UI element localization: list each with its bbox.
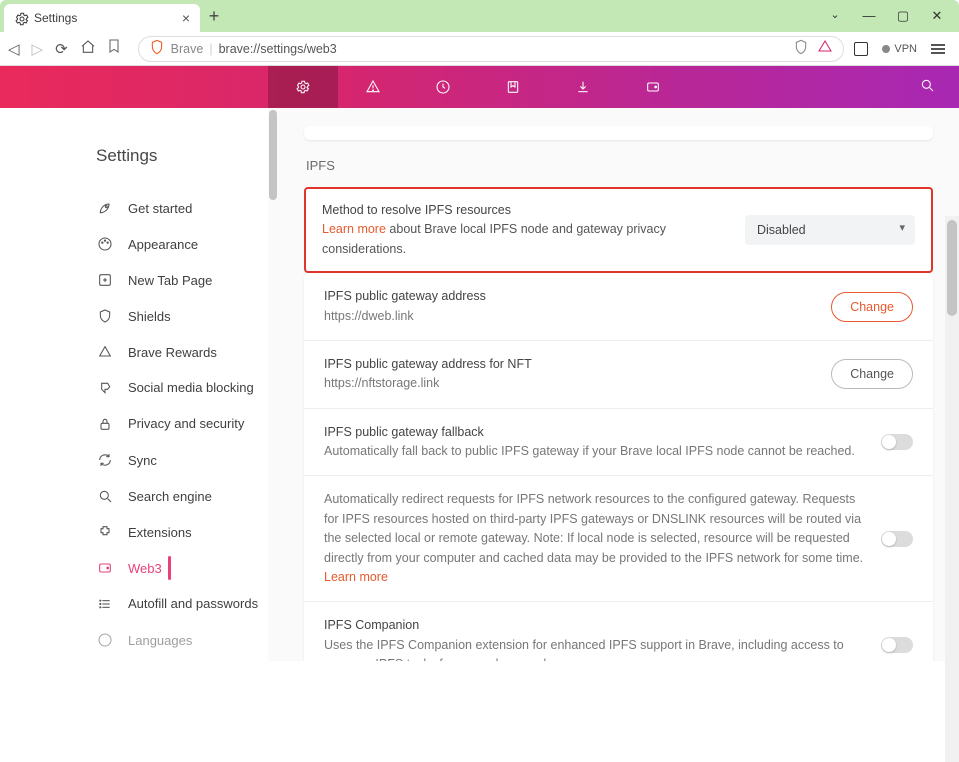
back-icon[interactable]: ◁ [8,40,20,58]
chevron-down-icon[interactable]: ⌄ [827,8,843,24]
sidebar-item-sync[interactable]: Sync [96,442,268,478]
browser-toolbar: ◁ ▷ ⟳ Brave | brave://settings/web3 VPN [0,32,959,66]
sidebar-item-web3[interactable]: Web3 [96,550,268,586]
sidebar-item-privacy[interactable]: Privacy and security [96,406,268,442]
sync-icon [96,452,114,468]
sidebar-item-autofill[interactable]: Autofill and passwords [96,586,268,622]
plus-square-icon [96,272,114,288]
sidebar-item-languages[interactable]: Languages [96,622,268,658]
triangle-icon [96,344,114,360]
maximize-icon[interactable]: ▢ [895,8,911,24]
ipfs-method-row: Method to resolve IPFS resources Learn m… [304,187,933,273]
learn-more-link-redirect[interactable]: Learn more [324,570,388,584]
category-tab-general[interactable] [268,66,338,108]
change-gateway-button[interactable]: Change [831,292,913,322]
nav-controls: ◁ ▷ ⟳ [8,39,96,59]
magnifier-icon [96,488,114,504]
vpn-indicator[interactable]: VPN [882,43,917,55]
learn-more-link[interactable]: Learn more [322,222,386,236]
rocket-icon [96,200,114,216]
reload-icon[interactable]: ⟳ [55,40,68,58]
ipfs-gateway-row: IPFS public gateway addresshttps://dweb.… [304,273,933,340]
sidebar-item-rewards[interactable]: Brave Rewards [96,334,268,370]
brave-rewards-icon[interactable] [817,39,833,58]
window-titlebar: Settings × + ⌄ — ▢ ✕ [0,0,959,32]
ipfs-companion-row: IPFS CompanionUses the IPFS Companion ex… [304,601,933,661]
ipfs-redirect-toggle[interactable] [881,531,913,547]
ipfs-section-title: IPFS [306,158,933,173]
category-tab-downloads[interactable] [548,66,618,108]
minimize-icon[interactable]: — [861,8,877,24]
close-icon[interactable]: × [182,10,190,26]
ipfs-fallback-row: IPFS public gateway fallbackAutomaticall… [304,408,933,476]
ipfs-method-title: Method to resolve IPFS resources [322,201,729,220]
forward-icon: ▷ [32,40,44,58]
sidebar-item-extensions[interactable]: Extensions [96,514,268,550]
palette-icon [96,236,114,252]
page-scrollbar-thumb[interactable] [947,220,957,316]
brave-shield-icon [149,39,165,58]
gear-icon [14,11,28,25]
ipfs-fallback-toggle[interactable] [881,434,913,450]
category-tab-bookmarks[interactable] [478,66,548,108]
change-gateway-nft-button[interactable]: Change [831,359,913,389]
browser-tab[interactable]: Settings × [4,4,200,32]
settings-main-panel: IPFS Method to resolve IPFS resources Le… [268,108,959,661]
new-tab-button[interactable]: + [200,6,228,27]
sidebar-item-social[interactable]: Social media blocking [96,370,268,406]
settings-category-header [0,66,959,108]
category-tab-wallet[interactable] [618,66,688,108]
puzzle-icon [96,524,114,540]
ipfs-method-select[interactable]: Disabled [745,215,915,245]
brave-brand-label: Brave [171,42,204,56]
sidebar-toggle-icon[interactable] [854,42,868,56]
sidebar-item-new-tab[interactable]: New Tab Page [96,262,268,298]
ipfs-redirect-row: Automatically redirect requests for IPFS… [304,475,933,601]
globe-icon [96,632,114,648]
ipfs-companion-toggle[interactable] [881,637,913,653]
sidebar-item-shields[interactable]: Shields [96,298,268,334]
lock-icon [96,416,114,432]
search-icon[interactable] [919,77,935,98]
window-controls: ⌄ — ▢ ✕ [827,8,959,24]
close-window-icon[interactable]: ✕ [929,8,945,24]
list-icon [96,596,114,612]
shield-icon [96,308,114,324]
url-text: brave://settings/web3 [219,42,337,56]
thumbs-down-icon [96,380,114,396]
sidebar-item-get-started[interactable]: Get started [96,190,268,226]
ipfs-gateway-nft-row: IPFS public gateway address for NFThttps… [304,340,933,408]
content-area: Settings Get started Appearance New Tab … [0,108,959,661]
wallet-icon [96,560,114,576]
bookmark-icon[interactable] [106,38,122,59]
sidebar-item-search[interactable]: Search engine [96,478,268,514]
settings-sidebar: Settings Get started Appearance New Tab … [0,108,268,661]
menu-icon[interactable] [931,44,945,54]
previous-card-edge [304,126,933,140]
sidebar-item-appearance[interactable]: Appearance [96,226,268,262]
home-icon[interactable] [80,39,96,59]
tab-title: Settings [34,11,77,25]
sidebar-title: Settings [96,146,268,166]
category-tab-history[interactable] [408,66,478,108]
address-bar[interactable]: Brave | brave://settings/web3 [138,36,845,62]
shield-status-icon[interactable] [793,39,809,58]
category-tab-shields[interactable] [338,66,408,108]
